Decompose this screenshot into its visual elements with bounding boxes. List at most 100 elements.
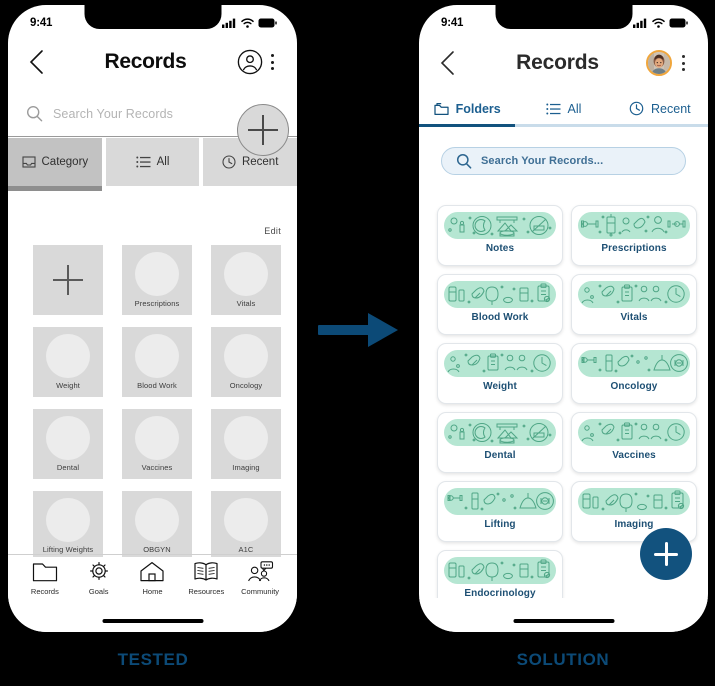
folder-thumbnail: [578, 212, 690, 239]
inbox-icon: [21, 156, 36, 168]
tab-label: Category: [41, 156, 89, 168]
category-label: Prescriptions: [134, 299, 180, 308]
overflow-menu-button[interactable]: [265, 50, 279, 74]
category-cell[interactable]: Imaging: [211, 409, 281, 479]
tab-all[interactable]: All: [515, 93, 611, 124]
kebab-dot: [270, 67, 274, 70]
add-record-button[interactable]: [237, 104, 289, 156]
list-icon: [135, 156, 151, 168]
right-arrow-icon: [318, 313, 398, 347]
folder-thumbnail: [444, 488, 556, 515]
category-cell[interactable]: Prescriptions: [122, 245, 192, 315]
tab-category[interactable]: Category: [8, 138, 102, 191]
category-thumb: [224, 498, 268, 542]
folder-label: Lifting: [484, 519, 516, 530]
folder-card[interactable]: Vaccines: [571, 412, 697, 473]
cellular-signal-icon: [222, 18, 236, 28]
header-left: Records: [8, 35, 297, 89]
category-cell[interactable]: OBGYN: [122, 491, 192, 561]
folder-card[interactable]: Blood Work: [437, 274, 563, 335]
clock-icon: [222, 155, 236, 169]
user-avatar-photo: [648, 52, 670, 74]
folder-thumbnail: [444, 419, 556, 446]
folder-card[interactable]: Oncology: [571, 343, 697, 404]
page-title: Records: [516, 51, 599, 74]
folder-card[interactable]: Vitals: [571, 274, 697, 335]
avatar[interactable]: [646, 50, 672, 76]
category-label: Oncology: [229, 381, 263, 390]
add-folder-fab[interactable]: [640, 528, 692, 580]
bottom-nav-left: Records Goals Home Resources Community: [8, 554, 297, 610]
person-circle-icon: [237, 49, 263, 75]
search-input[interactable]: Search Your Records...: [441, 147, 686, 175]
tab-label: All: [156, 156, 170, 168]
nav-item-resources[interactable]: Resources: [179, 561, 233, 596]
gear-icon: [89, 562, 108, 580]
nav-label: Community: [241, 587, 280, 596]
category-cell[interactable]: Lifting Weights: [33, 491, 103, 561]
tab-recent[interactable]: Recent: [612, 93, 708, 124]
tab-bar-right: Folders All Recent: [419, 93, 708, 127]
phone-notch: [84, 5, 221, 29]
page-title: Records: [104, 50, 187, 73]
category-thumb: [46, 498, 90, 542]
add-category-cell[interactable]: [33, 245, 103, 315]
category-thumb: [224, 416, 268, 460]
nav-item-community[interactable]: Community: [233, 561, 287, 596]
chevron-left-icon: [29, 50, 43, 74]
category-cell[interactable]: Weight: [33, 327, 103, 397]
kebab-dot: [681, 55, 685, 58]
category-thumb: [135, 498, 179, 542]
folder-label: Dental: [484, 450, 516, 461]
tab-label: Recent: [651, 101, 691, 116]
category-cell[interactable]: Dental: [33, 409, 103, 479]
profile-button[interactable]: [237, 49, 263, 75]
folder-label: Vitals: [620, 312, 648, 323]
cellular-signal-icon: [633, 18, 647, 28]
tab-all[interactable]: All: [105, 138, 200, 186]
edit-link[interactable]: Edit: [264, 226, 281, 236]
category-cell[interactable]: Vitals: [211, 245, 281, 315]
folder-label: Imaging: [614, 519, 654, 530]
nav-item-records[interactable]: Records: [18, 561, 72, 596]
category-thumb: [46, 334, 90, 378]
category-thumb: [224, 334, 268, 378]
search-placeholder: Search Your Records...: [481, 155, 604, 167]
nav-label: Resources: [188, 587, 225, 596]
category-thumb: [135, 416, 179, 460]
folder-icon: [32, 563, 57, 582]
category-cell[interactable]: Vaccines: [122, 409, 192, 479]
folder-thumbnail: [444, 281, 556, 308]
search-icon: [26, 105, 43, 122]
category-label: Vitals: [236, 299, 256, 308]
nav-item-home[interactable]: Home: [126, 561, 180, 596]
category-label: Dental: [56, 463, 80, 472]
category-cell[interactable]: Blood Work: [122, 327, 192, 397]
back-button[interactable]: [437, 48, 459, 78]
home-indicator: [513, 618, 614, 623]
folder-card[interactable]: Notes: [437, 205, 563, 266]
search-icon: [456, 153, 472, 169]
folder-card[interactable]: Prescriptions: [571, 205, 697, 266]
search-placeholder: Search Your Records: [53, 106, 174, 121]
nav-item-goals[interactable]: Goals: [72, 561, 126, 596]
tab-label: All: [567, 101, 582, 116]
kebab-dot: [681, 61, 685, 65]
tab-folders[interactable]: Folders: [419, 93, 516, 127]
kebab-dot: [270, 60, 274, 64]
back-button[interactable]: [26, 47, 48, 77]
folder-card[interactable]: Dental: [437, 412, 563, 473]
folder-card[interactable]: Weight: [437, 343, 563, 404]
category-cell[interactable]: Oncology: [211, 327, 281, 397]
folder-label: Prescriptions: [601, 243, 667, 254]
category-thumb: [135, 334, 179, 378]
overflow-menu-button[interactable]: [676, 51, 690, 75]
folder-card[interactable]: Lifting: [437, 481, 563, 542]
folder-icon: [433, 102, 449, 115]
kebab-dot: [270, 54, 274, 57]
category-cell[interactable]: A1C: [211, 491, 281, 561]
solution-phone-mockup: 9:41 Records Folders All Recent Search Y…: [419, 5, 708, 632]
category-thumb: [135, 252, 179, 296]
wifi-icon: [241, 18, 254, 28]
home-icon: [140, 562, 165, 582]
